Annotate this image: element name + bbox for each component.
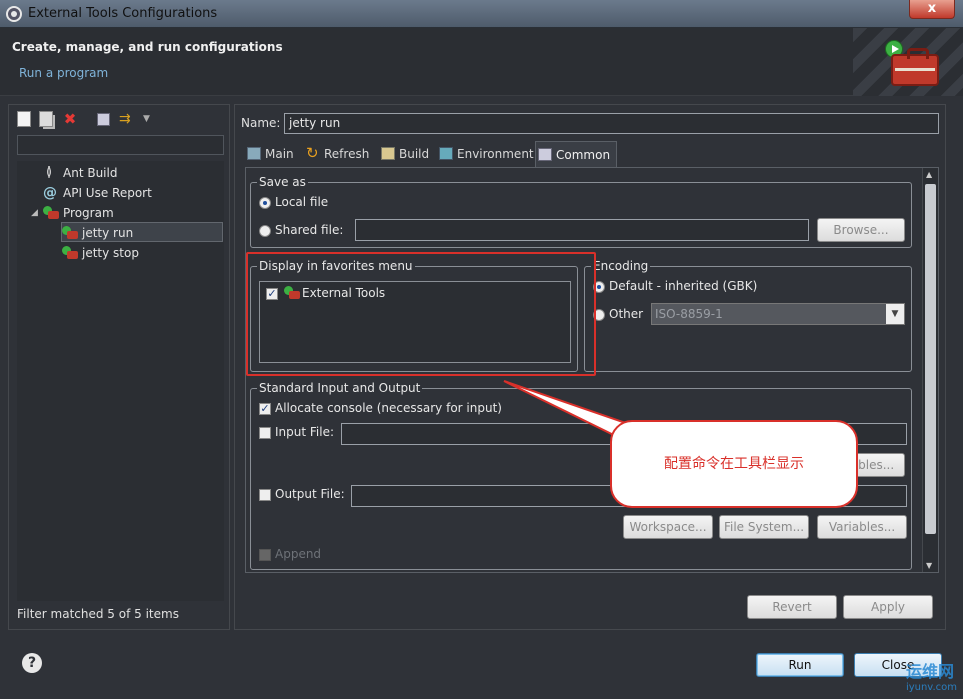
tree-item-program[interactable]: ◢ Program (31, 203, 114, 223)
scroll-up-icon[interactable]: ▲ (926, 170, 932, 179)
refresh-icon: ↻ (306, 144, 319, 162)
annotation-callout: 配置命令在工具栏显示 (610, 420, 858, 508)
output-file-checkbox[interactable] (259, 489, 271, 501)
filter-input[interactable] (17, 135, 224, 155)
workspace-button[interactable]: Workspace... (623, 515, 713, 539)
standard-io-title: Standard Input and Output (257, 381, 423, 395)
collapse-all-icon[interactable] (97, 113, 110, 126)
delete-icon[interactable]: ✖ (63, 111, 77, 127)
browse-button[interactable]: Browse... (817, 218, 905, 242)
append-checkbox[interactable] (259, 549, 271, 561)
dialog-button-bar: ? Run Close 运维网 iyunv.com (0, 636, 963, 699)
allocate-console-checkbox[interactable]: ✓ (259, 403, 271, 415)
toolbox-icon (891, 48, 939, 86)
configurations-toolbar: ✖ ⇉ ▼ (13, 109, 225, 129)
configurations-panel: ✖ ⇉ ▼ Ant Build API Use Report ◢ Program… (8, 104, 230, 630)
tab-main[interactable]: Main (245, 141, 294, 167)
save-as-group: Save as Local file Shared file: Browse..… (250, 175, 912, 248)
config-tabs: Main ↻ Refresh Build Environment Common (243, 141, 939, 167)
filter-status: Filter matched 5 of 5 items (17, 607, 179, 621)
external-tool-icon (62, 226, 78, 240)
help-icon[interactable]: ? (22, 653, 42, 673)
other-encoding-label: Other (609, 307, 644, 321)
shared-file-radio[interactable] (259, 225, 271, 237)
apply-button[interactable]: Apply (843, 595, 933, 619)
input-file-checkbox[interactable] (259, 427, 271, 439)
tab-build[interactable]: Build (379, 141, 429, 167)
name-label: Name: (241, 116, 281, 130)
main-tab-icon (247, 147, 261, 160)
api-report-icon (43, 183, 59, 203)
tab-common[interactable]: Common (535, 141, 618, 167)
name-input[interactable]: jetty run (284, 113, 939, 134)
shared-file-input[interactable] (355, 219, 809, 241)
scroll-down-icon[interactable]: ▼ (926, 561, 932, 570)
header-title: Create, manage, and run configurations (12, 40, 283, 54)
save-as-title: Save as (257, 175, 308, 189)
environment-icon (439, 147, 453, 160)
tree-item-jetty-run[interactable]: jetty run (61, 222, 223, 242)
header-subtitle: Run a program (19, 66, 109, 80)
append-label: Append (275, 547, 322, 561)
dialog-header: Create, manage, and run configurations R… (0, 28, 963, 96)
common-icon (538, 148, 552, 161)
view-menu-icon[interactable]: ▼ (143, 111, 157, 127)
filter-icon[interactable]: ⇉ (119, 111, 139, 127)
favorites-highlight-box (246, 252, 596, 376)
tree-item-jetty-stop[interactable]: jetty stop (62, 243, 139, 263)
allocate-console-label: Allocate console (necessary for input) (275, 401, 502, 415)
watermark: 运维网 iyunv.com (905, 662, 957, 693)
local-file-radio[interactable] (259, 197, 271, 209)
scrollbar-thumb[interactable] (925, 184, 936, 534)
eclipse-icon (6, 6, 22, 22)
window-title: External Tools Configurations (28, 6, 218, 21)
file-system-button[interactable]: File System... (719, 515, 809, 539)
title-bar: External Tools Configurations x (0, 0, 963, 28)
configuration-tree: Ant Build API Use Report ◢ Program jetty… (17, 161, 224, 601)
output-file-label: Output File: (275, 487, 345, 501)
program-icon (43, 206, 59, 220)
window-close-button[interactable]: x (909, 0, 955, 19)
expand-arrow-icon[interactable]: ◢ (31, 203, 38, 223)
tree-item-ant-build[interactable]: Ant Build (43, 163, 117, 183)
encoding-select[interactable]: ISO-8859-1 ▼ (651, 303, 905, 325)
default-encoding-label: Default - inherited (GBK) (609, 279, 758, 293)
shared-file-label: Shared file: (275, 223, 344, 237)
chevron-down-icon[interactable]: ▼ (886, 304, 904, 324)
tab-environment[interactable]: Environment (437, 141, 534, 167)
encoding-group: Encoding Default - inherited (GBK) Other… (584, 259, 912, 372)
encoding-title: Encoding (591, 259, 651, 273)
local-file-label: Local file (275, 195, 329, 209)
tab-refresh[interactable]: ↻ Refresh (304, 141, 369, 167)
duplicate-icon[interactable] (39, 111, 53, 127)
ant-build-icon (43, 163, 59, 183)
input-file-label: Input File: (275, 425, 335, 439)
output-variables-button[interactable]: Variables... (817, 515, 907, 539)
revert-button[interactable]: Revert (747, 595, 837, 619)
vertical-scrollbar[interactable]: ▲ ▼ (922, 168, 938, 572)
new-configuration-icon[interactable] (17, 111, 31, 127)
build-icon (381, 147, 395, 160)
run-button[interactable]: Run (756, 653, 844, 677)
tree-item-api-use-report[interactable]: API Use Report (43, 183, 152, 203)
external-tool-icon (62, 246, 78, 260)
